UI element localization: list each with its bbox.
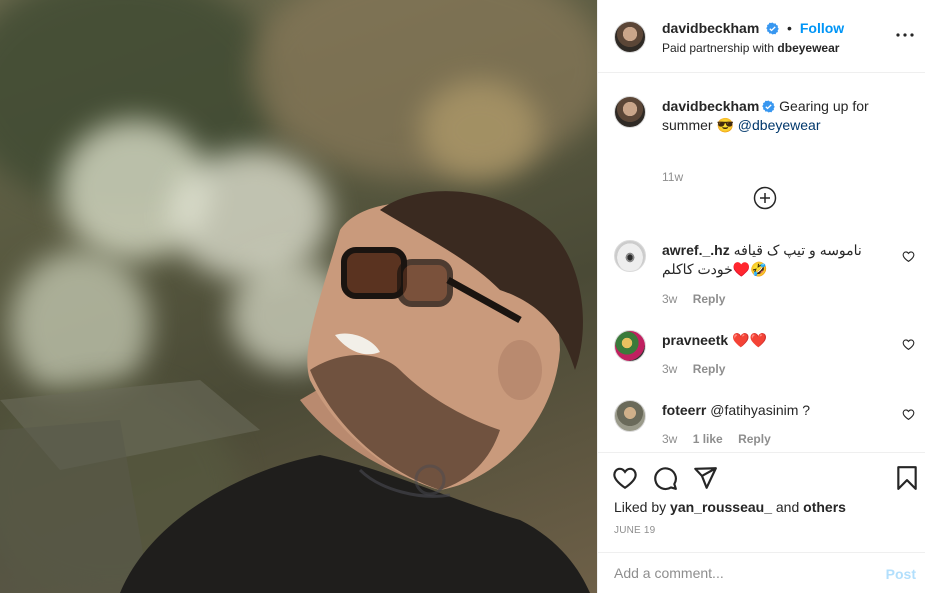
save-bookmark-icon[interactable] [894,465,920,491]
caption-text: davidbeckham Gearing up for summer 😎 @db… [662,97,892,135]
commenter-avatar[interactable] [614,240,646,272]
reply-button[interactable]: Reply [693,362,726,376]
author-line: davidbeckham • Follow [662,20,844,36]
comment-text: ❤️❤️ [732,332,767,348]
commenter-avatar[interactable] [614,330,646,362]
post-comment-button[interactable]: Post [886,566,916,582]
post-photo[interactable] [0,0,597,593]
caption-mention[interactable]: @dbeyewear [738,117,821,133]
post-details-panel: davidbeckham • Follow Paid partnership w… [597,0,925,593]
post-actions: Liked by yan_rousseau_ and others JUNE 1… [598,452,925,552]
comment-timestamp[interactable]: 3w [662,362,677,376]
comment-username[interactable]: awref._.hz [662,242,730,258]
comments-list[interactable]: davidbeckham Gearing up for summer 😎 @db… [598,74,925,452]
like-heart-icon[interactable] [612,465,638,491]
comment-timestamp[interactable]: 3w [662,292,677,306]
liked-by-prefix: Liked by [614,499,667,515]
comment-meta: 3w 1 like Reply [662,432,783,446]
author-avatar[interactable] [614,21,646,53]
more-options-icon[interactable] [895,27,915,43]
separator-dot: • [787,20,792,36]
comment-username[interactable]: pravneetk [662,332,728,348]
liked-by-and: and [775,499,800,515]
like-comment-heart-icon[interactable] [902,250,915,263]
commenter-avatar[interactable] [614,400,646,432]
like-comment-heart-icon[interactable] [902,408,915,421]
like-comment-heart-icon[interactable] [902,338,915,351]
caption-emoji: 😎 [716,117,734,133]
comment-body: foteerr @fatihyasinim ? [662,401,882,420]
comment-meta: 3w Reply [662,362,737,376]
liked-by-user[interactable]: yan_rousseau_ [670,499,772,515]
comment-bubble-icon[interactable] [652,465,678,491]
comment-text: @fatihyasinim ? [710,402,811,418]
author-username[interactable]: davidbeckham [662,20,759,36]
comment-body: awref._.hz ناموسه و تیپ ک قیافه خودت کاک… [662,241,882,279]
follow-button[interactable]: Follow [800,20,844,36]
load-more-comments-icon[interactable] [753,186,777,210]
comment-timestamp[interactable]: 3w [662,432,677,446]
comment-username[interactable]: foteerr [662,402,706,418]
verified-badge-icon [766,22,779,35]
caption-username[interactable]: davidbeckham [662,98,759,114]
liked-by-others[interactable]: others [803,499,846,515]
post-date[interactable]: JUNE 19 [614,525,655,536]
partnership-label: Paid partnership with [662,41,775,55]
post-header: davidbeckham • Follow Paid partnership w… [598,0,925,73]
caption-avatar[interactable] [614,96,646,128]
comment-composer: Post [598,552,925,593]
verified-badge-icon [762,100,776,113]
caption-timestamp[interactable]: 11w [662,170,683,184]
share-send-icon[interactable] [692,465,718,491]
comment-body: pravneetk ❤️❤️ [662,331,882,350]
reply-button[interactable]: Reply [693,292,726,306]
liked-by-summary: Liked by yan_rousseau_ and others [614,499,846,515]
comment-likes-count[interactable]: 1 like [693,432,723,446]
comment-meta: 3w Reply [662,292,737,306]
reply-button[interactable]: Reply [738,432,771,446]
partner-link[interactable]: dbeyewear [777,41,839,55]
portrait-illustration [0,191,590,593]
add-comment-input[interactable] [614,565,874,581]
partnership-line: Paid partnership with dbeyewear [662,41,839,55]
